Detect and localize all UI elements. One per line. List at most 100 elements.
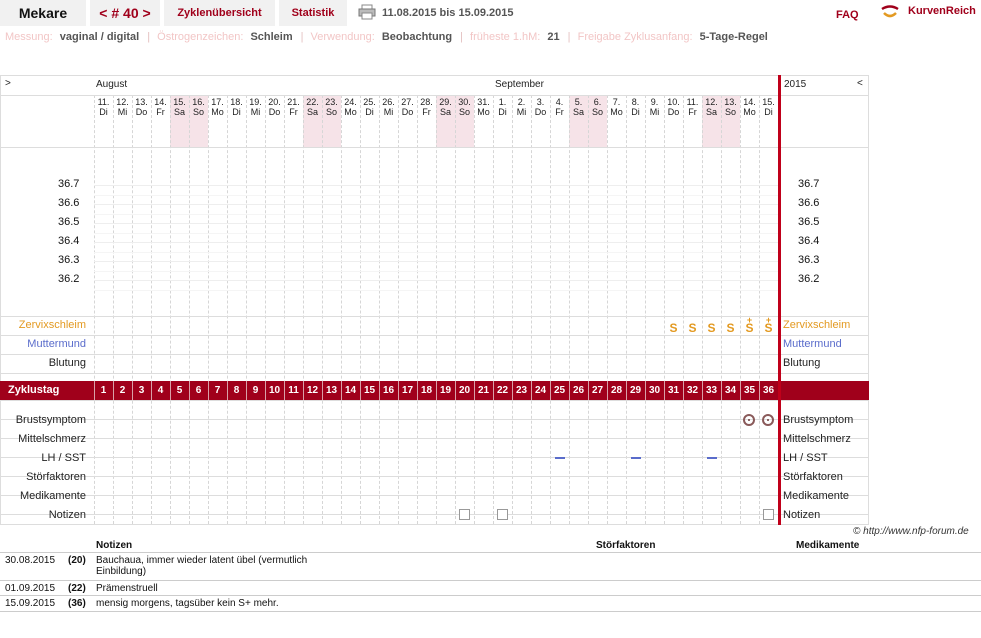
temp-axis-label: 36.6 (58, 197, 80, 209)
cycle-day-number[interactable]: 3 (132, 381, 151, 400)
lh-test-mark[interactable] (707, 457, 717, 459)
cycle-day-number[interactable]: 7 (208, 381, 227, 400)
cycle-day-number[interactable]: 8 (227, 381, 246, 400)
day-column-line (113, 95, 114, 524)
row-label-störfaktoren-right: Störfaktoren (783, 471, 843, 483)
breast-symptom-icon[interactable] (743, 414, 755, 426)
cycle-day-number[interactable]: 33 (702, 381, 721, 400)
cycle-day-number[interactable]: 36 (759, 381, 778, 400)
day-column-line (588, 95, 589, 524)
note-icon[interactable] (497, 509, 508, 520)
nav-next-button[interactable]: < (857, 78, 863, 89)
cycle-day-number[interactable]: 25 (550, 381, 569, 400)
note-icon[interactable] (763, 509, 774, 520)
cycle-day-number[interactable]: 6 (189, 381, 208, 400)
day-column-line (284, 95, 285, 524)
cycle-day-sep (303, 381, 304, 400)
cycle-day-number[interactable]: 9 (246, 381, 265, 400)
temp-axis-label-right: 36.3 (798, 254, 820, 266)
day-label: 19. Mi (249, 97, 262, 117)
cycle-day-number[interactable]: 12 (303, 381, 322, 400)
mucus-mark[interactable]: S (721, 322, 740, 334)
cycle-day-number[interactable]: 14 (341, 381, 360, 400)
mucus-mark[interactable]: S (702, 322, 721, 334)
tab-statistics[interactable]: Statistik (279, 0, 347, 26)
day-label: 15. Di (762, 97, 775, 117)
faq-link[interactable]: FAQ (836, 9, 859, 21)
cycle-day-number[interactable]: 28 (607, 381, 626, 400)
temp-axis-label: 36.4 (58, 235, 80, 247)
cycle-start-rule-value: 5-Tage-Regel (699, 31, 768, 43)
cycle-day-number[interactable]: 17 (398, 381, 417, 400)
cycle-day-bar: Zyklustag 1 2 3 4 5 6 7 8 9 10 11 12 13 14 15 16 17 18 19 2… (0, 381, 869, 400)
year-label: 2015 (784, 79, 807, 90)
cycle-day-number[interactable]: 27 (588, 381, 607, 400)
day-label: 6. So (591, 97, 603, 117)
cycle-day-number[interactable]: 35 (740, 381, 759, 400)
mucus-mark[interactable]: S (664, 322, 683, 334)
cycle-day-number[interactable]: 19 (436, 381, 455, 400)
day-label: 5. Sa (572, 97, 584, 117)
breast-symptom-icon[interactable] (762, 414, 774, 426)
cycle-day-number[interactable]: 31 (664, 381, 683, 400)
logo-text[interactable]: KurvenReich (908, 5, 976, 17)
grid-line (0, 373, 869, 374)
cycle-day-number[interactable]: 11 (284, 381, 303, 400)
cycle-day-number[interactable]: 1 (94, 381, 113, 400)
cycle-day-number[interactable]: 16 (379, 381, 398, 400)
day-label: 3. Do (534, 97, 547, 117)
day-column-line (512, 95, 513, 524)
kurvenreich-logo-icon[interactable] (880, 3, 900, 21)
row-label-brustsymptom-right: Brustsymptom (783, 414, 854, 426)
cycle-day-number[interactable]: 23 (512, 381, 531, 400)
lh-test-mark[interactable] (631, 457, 641, 459)
mucus-mark[interactable]: S + (740, 315, 759, 334)
printer-icon[interactable] (358, 4, 376, 20)
note-icon[interactable] (459, 509, 470, 520)
cycle-number-nav[interactable]: < # 40 > (90, 0, 160, 26)
cycle-day-number[interactable]: 2 (113, 381, 132, 400)
grid-line (0, 438, 869, 439)
cycle-day-number[interactable]: 24 (531, 381, 550, 400)
day-column-line (208, 95, 209, 524)
grid-line (0, 457, 869, 458)
tab-cycle-overview[interactable]: Zyklenübersicht (164, 0, 275, 26)
notes-col-notizen: Notizen (96, 540, 133, 551)
cycle-day-number[interactable]: 26 (569, 381, 588, 400)
cycle-day-sep (94, 381, 95, 400)
day-column-line (493, 95, 494, 524)
note-date: 15.09.2015 (5, 598, 56, 609)
cycle-day-number[interactable]: 21 (474, 381, 493, 400)
lh-test-mark[interactable] (555, 457, 565, 459)
grid-line (0, 419, 869, 420)
cycle-day-number[interactable]: 18 (417, 381, 436, 400)
row-label-medikamente: Medikamente (19, 490, 86, 502)
cycle-day-number[interactable]: 5 (170, 381, 189, 400)
cycle-day-number[interactable]: 22 (493, 381, 512, 400)
cycle-day-sep (626, 381, 627, 400)
nav-prev-button[interactable]: > (5, 78, 11, 89)
mucus-mark[interactable]: S (683, 322, 702, 334)
day-column-line (759, 95, 760, 524)
cycle-day-number[interactable]: 13 (322, 381, 341, 400)
cycle-day-number[interactable]: 29 (626, 381, 645, 400)
row-label-blutung-right: Blutung (783, 357, 821, 369)
day-label: 10. Do (667, 97, 680, 117)
row-label-lh-sst: LH / SST (41, 452, 86, 464)
cycle-day-sep (531, 381, 532, 400)
mucus-mark[interactable]: S + (759, 315, 778, 334)
grid-line (0, 514, 869, 515)
cycle-day-number[interactable]: 30 (645, 381, 664, 400)
cycle-day-sep (436, 381, 437, 400)
day-column-line (227, 95, 228, 524)
cycle-day-number[interactable]: 4 (151, 381, 170, 400)
cycle-day-number[interactable]: 10 (265, 381, 284, 400)
row-label-mittelschmerz-right: Mittelschmerz (783, 433, 851, 445)
day-column-line (740, 95, 741, 524)
cycle-day-number[interactable]: 15 (360, 381, 379, 400)
cycle-day-number[interactable]: 34 (721, 381, 740, 400)
cycle-day-label: Zyklustag (8, 384, 60, 396)
cycle-day-number[interactable]: 20 (455, 381, 474, 400)
cycle-day-number[interactable]: 32 (683, 381, 702, 400)
temp-grid-line (94, 280, 778, 281)
